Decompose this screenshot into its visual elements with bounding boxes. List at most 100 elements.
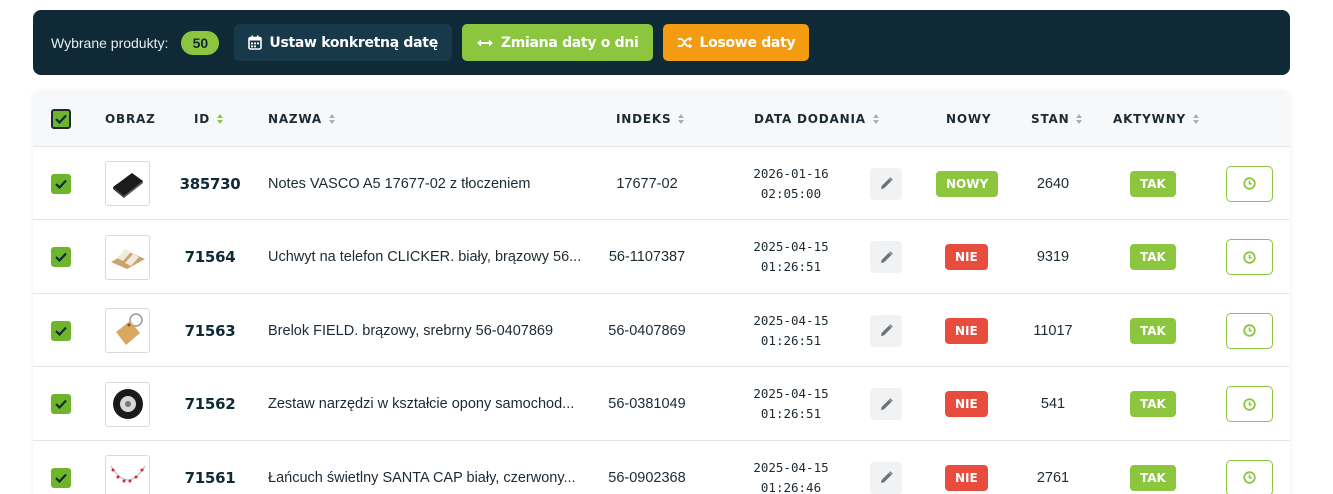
date-added-cell: 2026-01-16 02:05:00 <box>745 147 837 220</box>
active-status-badge[interactable]: TAK <box>1130 244 1176 270</box>
product-index-cell: 56-0381049 <box>593 368 701 441</box>
new-status-badge[interactable]: NIE <box>945 317 988 344</box>
product-id-cell: 71561 <box>183 441 237 494</box>
stock-cell: 2640 <box>1018 147 1088 220</box>
product-image-cell <box>105 147 150 220</box>
set-specific-date-label: Ustaw konkretną datę <box>269 34 438 51</box>
active-status-badge[interactable]: TAK <box>1130 170 1176 197</box>
edit-date-cell <box>870 294 902 367</box>
history-button[interactable] <box>1226 239 1273 275</box>
history-button[interactable] <box>1226 459 1273 494</box>
product-index-cell: 56-1107387 <box>593 221 701 294</box>
sort-icon <box>217 114 224 124</box>
sort-icon <box>1193 114 1200 124</box>
pencil-icon <box>880 397 893 410</box>
product-id: 71563 <box>184 321 236 340</box>
table-row: 71561 Łańcuch świetlny SANTA CAP biały, … <box>33 441 1290 494</box>
edit-date-button[interactable] <box>870 461 902 494</box>
product-image-cell <box>105 368 150 441</box>
product-id: 71562 <box>184 395 236 413</box>
edit-date-button[interactable] <box>870 388 902 420</box>
select-all-checkbox[interactable] <box>51 109 71 129</box>
history-button[interactable] <box>1226 386 1273 422</box>
history-cell <box>1226 441 1273 494</box>
column-header-id[interactable]: ID <box>194 91 224 147</box>
column-header-stock[interactable]: STAN <box>1031 91 1083 147</box>
edit-date-cell <box>870 368 902 441</box>
edit-date-button[interactable] <box>870 241 902 273</box>
set-specific-date-button[interactable]: Ustaw konkretną datę <box>234 24 452 61</box>
product-name-cell: Brelok FIELD. brązowy, srebrny 56-040786… <box>268 294 553 367</box>
product-thumbnail[interactable] <box>105 308 150 353</box>
product-thumbnail[interactable] <box>105 381 150 427</box>
stock-value: 11017 <box>1033 322 1073 339</box>
active-status-badge[interactable]: TAK <box>1130 464 1176 491</box>
product-id: 385730 <box>179 174 241 193</box>
column-header-index[interactable]: INDEKS <box>616 91 685 147</box>
bulk-actions-toolbar: Wybrane produkty: 50 Ustaw konkretną dat… <box>33 10 1290 75</box>
product-thumbnail[interactable] <box>105 455 150 494</box>
shift-date-by-days-button[interactable]: Zmiana daty o dni <box>461 24 653 61</box>
stock-value: 2640 <box>1036 175 1070 192</box>
table-row: 71562 Zestaw narzędzi w kształcie opony … <box>33 368 1290 441</box>
selected-products-label: Wybrane produkty: <box>51 34 169 51</box>
row-checkbox[interactable] <box>51 394 71 414</box>
product-name-cell: Notes VASCO A5 17677-02 z tłoczeniem <box>268 147 530 220</box>
stock-cell: 11017 <box>1018 294 1088 367</box>
product-index: 56-1107387 <box>608 249 686 265</box>
row-checkbox[interactable] <box>51 320 71 341</box>
date-added-date: 2025-04-15 <box>753 459 829 475</box>
history-button[interactable] <box>1226 165 1273 202</box>
column-header-active[interactable]: AKTYWNY <box>1113 91 1200 147</box>
stock-value: 2761 <box>1036 469 1070 486</box>
history-cell <box>1226 294 1273 367</box>
product-id-cell: 385730 <box>180 147 241 220</box>
product-thumbnail[interactable] <box>105 234 150 280</box>
clock-icon <box>1243 471 1256 484</box>
edit-date-button[interactable] <box>870 314 902 347</box>
column-header-id-label: ID <box>194 112 211 126</box>
product-image-cell <box>105 294 150 367</box>
date-added-date: 2025-04-15 <box>753 386 829 401</box>
date-added-cell: 2025-04-15 01:26:51 <box>745 368 837 441</box>
product-name-cell: Zestaw narzędzi w kształcie opony samoch… <box>268 368 574 441</box>
date-added-cell: 2025-04-15 01:26:51 <box>745 221 837 294</box>
row-select-cell <box>51 221 71 294</box>
active-status-cell: TAK <box>1130 294 1176 367</box>
product-thumbnail[interactable] <box>105 161 150 206</box>
active-status-badge[interactable]: TAK <box>1130 391 1176 417</box>
column-header-date-added[interactable]: DATA DODANIA <box>754 91 879 147</box>
clock-icon <box>1243 250 1256 264</box>
history-button[interactable] <box>1226 312 1273 349</box>
random-dates-label: Losowe daty <box>699 34 796 51</box>
edit-date-cell <box>870 221 902 294</box>
row-checkbox[interactable] <box>51 173 71 194</box>
active-status-badge[interactable]: TAK <box>1130 317 1176 344</box>
clock-icon <box>1243 324 1256 337</box>
row-checkbox[interactable] <box>51 247 71 267</box>
date-added-date: 2026-01-16 <box>753 165 829 181</box>
product-index-cell: 56-0902368 <box>593 441 701 494</box>
column-header-date-added-label: DATA DODANIA <box>754 112 866 126</box>
new-status-badge[interactable]: NOWY <box>936 170 999 197</box>
column-header-stock-label: STAN <box>1031 112 1070 126</box>
active-status-cell: TAK <box>1130 441 1176 494</box>
product-image-cell <box>105 221 150 294</box>
date-added-cell: 2025-04-15 01:26:46 <box>745 441 837 494</box>
history-cell <box>1226 221 1273 294</box>
pencil-icon <box>880 471 893 483</box>
new-status-badge[interactable]: NIE <box>945 464 988 491</box>
pencil-icon <box>880 177 893 189</box>
column-header-index-label: INDEKS <box>616 112 672 126</box>
random-dates-button[interactable]: Losowe daty <box>662 24 810 61</box>
new-status-badge[interactable]: NIE <box>945 244 988 270</box>
column-header-image: OBRAZ <box>105 112 156 126</box>
active-status-cell: TAK <box>1130 147 1176 220</box>
column-header-name[interactable]: NAZWA <box>268 91 336 147</box>
shift-date-by-days-label: Zmiana daty o dni <box>500 34 639 51</box>
new-status-badge[interactable]: NIE <box>945 391 988 417</box>
products-table: OBRAZ ID NAZWA INDEKS DATA DODANIA NOWY … <box>33 91 1290 494</box>
product-index: 56-0902368 <box>608 469 686 486</box>
row-checkbox[interactable] <box>51 467 71 488</box>
edit-date-button[interactable] <box>870 167 902 200</box>
